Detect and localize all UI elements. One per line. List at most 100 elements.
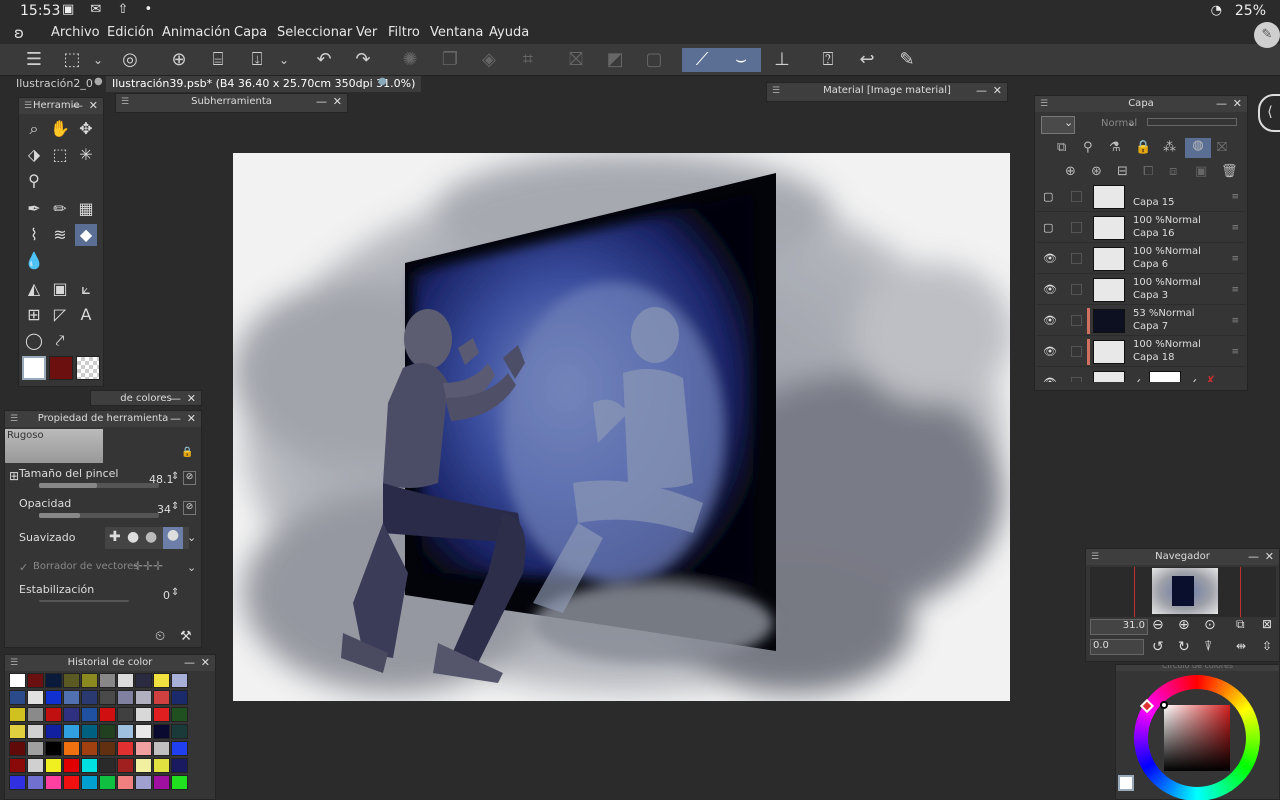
layer-row[interactable]: 👁 100 %Normal Capa 3 ≡ bbox=[1037, 275, 1245, 305]
color-history-swatch[interactable] bbox=[81, 775, 98, 790]
layer-pin-icon[interactable]: ⚲ bbox=[1083, 140, 1093, 155]
color-history-swatch[interactable] bbox=[117, 741, 134, 756]
color-history-swatch[interactable] bbox=[63, 758, 80, 773]
close-icon[interactable]: ✕ bbox=[993, 83, 1002, 99]
snap-grid-icon[interactable]: ⊥ bbox=[768, 48, 796, 72]
minimize-icon[interactable]: — bbox=[170, 391, 181, 407]
close-icon[interactable]: ✕ bbox=[187, 411, 196, 427]
new-raster-layer-icon[interactable]: ⊕ bbox=[1065, 164, 1076, 179]
visibility-eye-icon[interactable]: 👁 bbox=[1043, 283, 1057, 296]
brush-preview[interactable]: Rugoso bbox=[5, 429, 103, 463]
save-icon[interactable]: ⍗ bbox=[243, 48, 271, 72]
visibility-eye-icon[interactable]: 👁 bbox=[1043, 314, 1057, 327]
color-history-swatch[interactable] bbox=[45, 758, 62, 773]
color-history-swatch[interactable] bbox=[117, 724, 134, 739]
color-history-swatch[interactable] bbox=[81, 690, 98, 705]
color-history-swatch[interactable] bbox=[171, 673, 188, 688]
color-history-swatch[interactable] bbox=[153, 673, 170, 688]
color-history-swatch[interactable] bbox=[99, 707, 116, 722]
main-color-swatch[interactable] bbox=[22, 356, 46, 380]
color-history-swatch[interactable] bbox=[45, 707, 62, 722]
color-history-swatch[interactable] bbox=[99, 673, 116, 688]
stabilization-value[interactable]: 0 bbox=[163, 589, 170, 602]
minimize-icon[interactable]: — bbox=[1248, 549, 1259, 565]
new-vector-layer-icon[interactable]: ⊛ bbox=[1091, 164, 1102, 179]
rotate-right-icon[interactable]: ↻ bbox=[1178, 639, 1190, 655]
transparent-color-swatch[interactable] bbox=[76, 356, 100, 380]
layer-row[interactable]: 👁 100 %Normal Capa 18 ≡ bbox=[1037, 337, 1245, 367]
color-history-swatch[interactable] bbox=[27, 758, 44, 773]
drag-handle-icon[interactable]: ≡ bbox=[1231, 254, 1239, 264]
color-history-swatch[interactable] bbox=[27, 673, 44, 688]
minimize-icon[interactable]: — bbox=[170, 411, 181, 427]
menu-edicion[interactable]: Edición bbox=[107, 25, 154, 40]
minimize-icon[interactable]: — bbox=[72, 98, 83, 114]
color-history-swatch[interactable] bbox=[81, 741, 98, 756]
balloon-tool-icon[interactable]: ◯ bbox=[23, 330, 45, 352]
airbrush-tool-icon[interactable]: ≋ bbox=[49, 224, 71, 246]
drag-handle-icon[interactable]: ≡ bbox=[1231, 223, 1239, 233]
color-history-swatch[interactable] bbox=[81, 724, 98, 739]
zoom-out-icon[interactable]: ⊖ bbox=[1152, 617, 1164, 633]
navigator-preview[interactable] bbox=[1090, 567, 1276, 617]
close-icon[interactable]: ✕ bbox=[333, 94, 342, 110]
color-history-swatch[interactable] bbox=[27, 707, 44, 722]
lock-transparency-icon[interactable]: ⁂ bbox=[1163, 140, 1176, 155]
color-history-swatch[interactable] bbox=[153, 707, 170, 722]
zoom-in-icon[interactable]: ⊕ bbox=[1178, 617, 1190, 633]
fit-window-icon[interactable]: ⧉ bbox=[1236, 617, 1245, 632]
visibility-eye-icon[interactable]: 👁 bbox=[1043, 252, 1057, 265]
hue-ring[interactable] bbox=[1134, 675, 1260, 800]
layer-mask-icon[interactable]: ⚗ bbox=[1109, 140, 1121, 155]
color-history-swatch[interactable] bbox=[9, 724, 26, 739]
quick-access-icon[interactable]: ⬚ bbox=[58, 48, 86, 72]
redo-icon[interactable]: ↷ bbox=[349, 48, 377, 72]
pen-tool-icon[interactable]: ✒ bbox=[23, 198, 45, 220]
zoom-tool-icon[interactable]: ⌕ bbox=[23, 118, 45, 140]
smoothing-blur-icon[interactable]: ● bbox=[163, 527, 183, 549]
close-icon[interactable]: ✕ bbox=[201, 655, 210, 671]
color-history-swatch[interactable] bbox=[9, 690, 26, 705]
undo-icon[interactable]: ↶ bbox=[310, 48, 338, 72]
color-history-swatch[interactable] bbox=[171, 707, 188, 722]
smoothing-soft-icon[interactable]: ● bbox=[127, 529, 139, 545]
brush-tool-icon[interactable]: ⌇ bbox=[23, 224, 45, 246]
color-history-swatch[interactable] bbox=[99, 758, 116, 773]
layer-row[interactable]: 👁 53 %Normal Capa 7 ≡ bbox=[1037, 306, 1245, 336]
tab-modified-dot[interactable]: ● bbox=[378, 76, 387, 87]
color-history-swatch[interactable] bbox=[99, 741, 116, 756]
tab-ilustracion2[interactable]: Ilustración2_0 bbox=[10, 76, 102, 92]
actual-pixels-icon[interactable]: ⊙ bbox=[1204, 617, 1216, 633]
spinner-icon[interactable]: ⇕ bbox=[171, 587, 179, 598]
rotate-left-icon[interactable]: ↺ bbox=[1152, 639, 1164, 655]
open-file-icon[interactable]: ⌸ bbox=[204, 48, 232, 72]
color-history-swatch[interactable] bbox=[117, 673, 134, 688]
brush-size-slider[interactable] bbox=[39, 483, 159, 488]
pressure-icon[interactable]: ⊘ bbox=[183, 501, 196, 515]
minimize-icon[interactable]: — bbox=[184, 655, 195, 671]
sub-color-swatch[interactable] bbox=[49, 356, 73, 380]
hand-tool-icon[interactable]: ✋ bbox=[49, 118, 71, 140]
pressure-icon[interactable]: ⊘ bbox=[183, 471, 196, 485]
tab-close-dot[interactable]: ● bbox=[94, 76, 103, 87]
opacity-slider[interactable] bbox=[39, 513, 159, 518]
lock-icon[interactable]: 🔒 bbox=[181, 447, 193, 458]
color-history-swatch[interactable] bbox=[99, 724, 116, 739]
minimize-icon[interactable]: — bbox=[1216, 96, 1227, 112]
color-history-swatch[interactable] bbox=[27, 724, 44, 739]
menu-archivo[interactable]: Archivo bbox=[51, 25, 100, 40]
ruler-display-icon[interactable]: ⛝ bbox=[1217, 140, 1227, 155]
drag-handle-icon[interactable]: ≡ bbox=[1231, 285, 1239, 295]
color-history-swatch[interactable] bbox=[63, 707, 80, 722]
close-icon[interactable]: ✕ bbox=[1233, 96, 1242, 112]
eraser-tool-icon[interactable]: ◆ bbox=[75, 224, 97, 246]
wrench-icon[interactable]: ⚒ bbox=[180, 629, 192, 644]
menu-ayuda[interactable]: Ayuda bbox=[489, 25, 529, 40]
color-history-swatch[interactable] bbox=[27, 741, 44, 756]
layer-reference-icon[interactable]: ⧉ bbox=[1057, 140, 1066, 155]
layer-row[interactable]: ▢ Capa 15 ≡ bbox=[1037, 182, 1245, 212]
color-history-swatch[interactable] bbox=[171, 741, 188, 756]
color-history-swatch[interactable] bbox=[171, 758, 188, 773]
color-history-swatch[interactable] bbox=[117, 707, 134, 722]
chevron-down-icon[interactable]: ⌄ bbox=[187, 561, 196, 574]
